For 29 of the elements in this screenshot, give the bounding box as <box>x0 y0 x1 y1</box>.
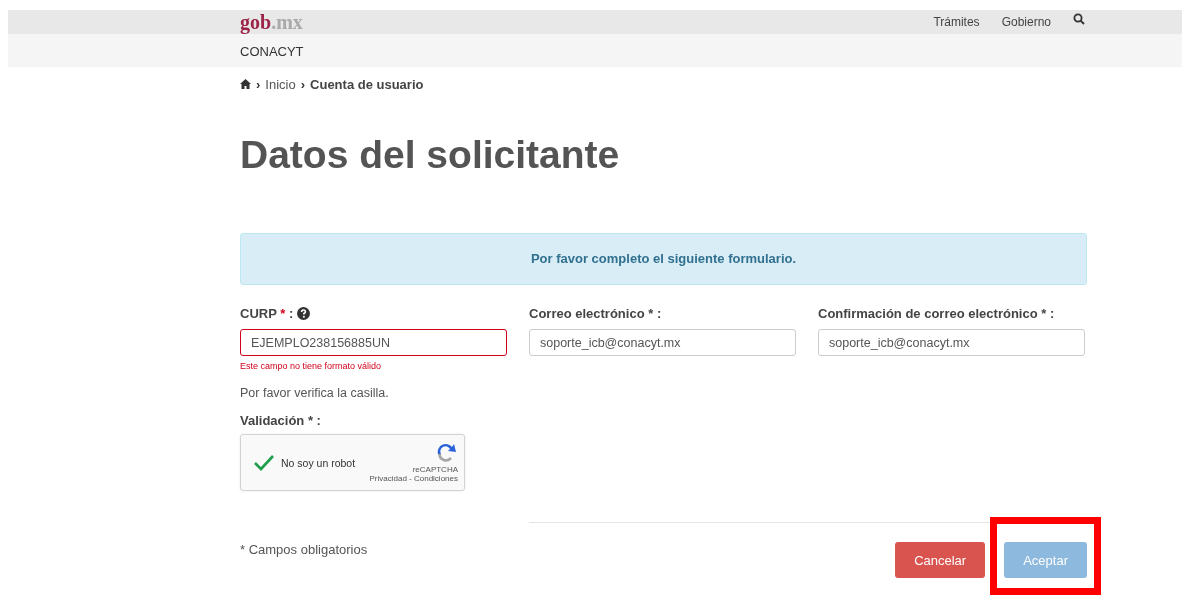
help-icon[interactable] <box>297 306 311 320</box>
search-icon[interactable] <box>1073 13 1085 25</box>
field-label: CURP * : <box>240 305 294 321</box>
check-icon <box>253 453 275 472</box>
site-logo[interactable]: gob.mx <box>240 12 303 32</box>
captcha-brand: reCAPTCHA <box>412 465 458 474</box>
captcha-label: No soy un robot <box>281 456 357 469</box>
info-alert: Por favor completo el siguiente formulario. <box>240 233 1087 285</box>
nav-link[interactable]: Gobierno <box>1001 15 1051 29</box>
captcha-links[interactable]: Privacidad - Condiciones <box>369 474 458 483</box>
text-field[interactable]: soporte_icb@conacyt.mx <box>529 329 796 356</box>
form-button[interactable]: Cancelar <box>895 542 986 578</box>
nav-link[interactable]: Trámites <box>933 15 980 29</box>
breadcrumb-link[interactable]: Inicio <box>265 76 296 92</box>
site-section-title[interactable]: CONACYT <box>240 43 304 59</box>
page-title: Datos del solicitante <box>240 132 621 178</box>
text-field[interactable]: soporte_icb@conacyt.mx <box>818 329 1085 356</box>
breadcrumb-link[interactable]: Cuenta de usuario <box>310 76 424 92</box>
field-label: Correo electrónico * : <box>529 305 662 321</box>
captcha-hint: Por favor verifica la casilla. <box>240 386 389 400</box>
captcha-checkbox[interactable] <box>253 453 275 472</box>
error-message: Este campo no tiene formato válido <box>240 361 382 371</box>
text-field[interactable]: EJEMPLO238156885UN <box>240 329 507 356</box>
field-label: Validación * : <box>240 413 321 428</box>
field-label: Confirmación de correo electrónico * : <box>818 305 1055 321</box>
home-icon[interactable] <box>240 79 251 89</box>
required-note: * Campos obligatorios <box>240 542 369 559</box>
chevron-separator: › <box>300 76 306 92</box>
chevron-separator: › <box>256 76 261 92</box>
